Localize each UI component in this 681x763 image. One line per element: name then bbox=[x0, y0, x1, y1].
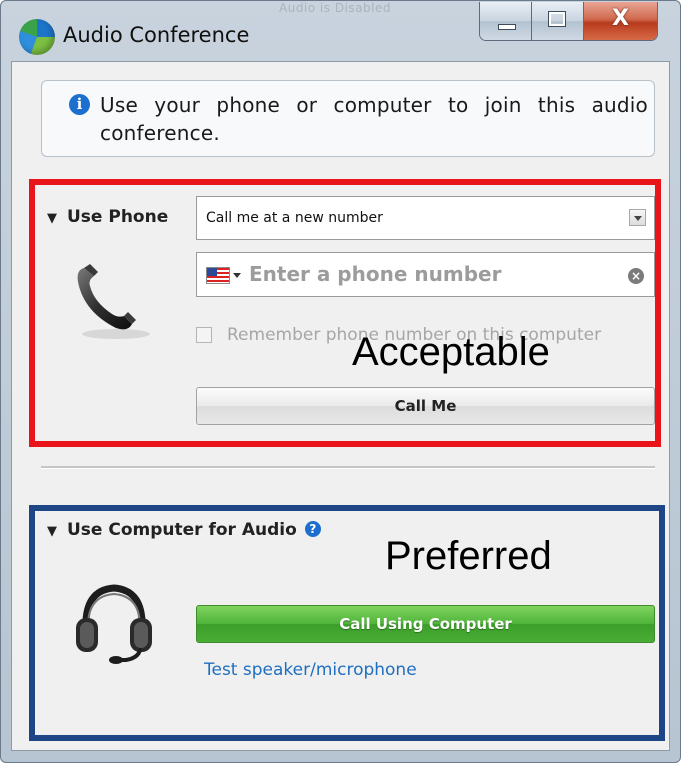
test-speaker-microphone-link[interactable]: Test speaker/microphone bbox=[204, 660, 417, 680]
headset-icon bbox=[76, 584, 152, 664]
country-dropdown-caret-icon[interactable] bbox=[233, 273, 241, 278]
window-controls: X bbox=[479, 2, 658, 41]
section-divider bbox=[41, 466, 655, 469]
title-ghost-text: Audio is Disabled bbox=[279, 1, 391, 15]
info-banner: i Use your phone or computer to join thi… bbox=[41, 80, 655, 157]
call-option-value: Call me at a new number bbox=[206, 210, 383, 226]
preferred-annotation: Preferred bbox=[385, 534, 552, 578]
acceptable-annotation: Acceptable bbox=[352, 330, 550, 374]
call-option-select[interactable]: Call me at a new number bbox=[196, 196, 655, 240]
use-phone-label: Use Phone bbox=[67, 207, 169, 227]
remember-phone-checkbox[interactable] bbox=[196, 327, 212, 343]
use-computer-toggle[interactable]: ▼ Use Computer for Audio? bbox=[47, 520, 321, 540]
close-icon: X bbox=[612, 6, 629, 31]
maximize-button[interactable] bbox=[532, 2, 584, 40]
info-text: Use your phone or computer to join this … bbox=[100, 93, 648, 145]
chevron-down-icon[interactable] bbox=[629, 209, 646, 226]
collapse-triangle-icon: ▼ bbox=[47, 524, 57, 539]
phone-handset-icon bbox=[77, 264, 150, 339]
use-phone-toggle[interactable]: ▼ Use Phone bbox=[47, 207, 168, 227]
maximize-icon bbox=[549, 12, 565, 26]
call-using-computer-button[interactable]: Call Using Computer bbox=[196, 605, 655, 643]
app-logo-icon bbox=[19, 19, 55, 55]
call-me-button[interactable]: Call Me bbox=[196, 387, 655, 425]
title-bar[interactable]: Audio Conference Audio is Disabled X bbox=[1, 1, 680, 61]
close-button[interactable]: X bbox=[584, 2, 657, 40]
us-flag-icon[interactable] bbox=[206, 267, 230, 284]
collapse-triangle-icon: ▼ bbox=[47, 211, 57, 226]
info-icon: i bbox=[69, 94, 90, 115]
use-computer-label: Use Computer for Audio bbox=[67, 520, 297, 540]
phone-number-field[interactable]: × bbox=[196, 252, 655, 297]
window-title: Audio Conference bbox=[63, 23, 250, 47]
phone-number-input[interactable] bbox=[249, 259, 609, 289]
minimize-button[interactable] bbox=[480, 2, 532, 40]
help-icon[interactable]: ? bbox=[304, 521, 321, 537]
clear-input-icon[interactable]: × bbox=[628, 268, 644, 284]
minimize-icon bbox=[498, 24, 516, 30]
